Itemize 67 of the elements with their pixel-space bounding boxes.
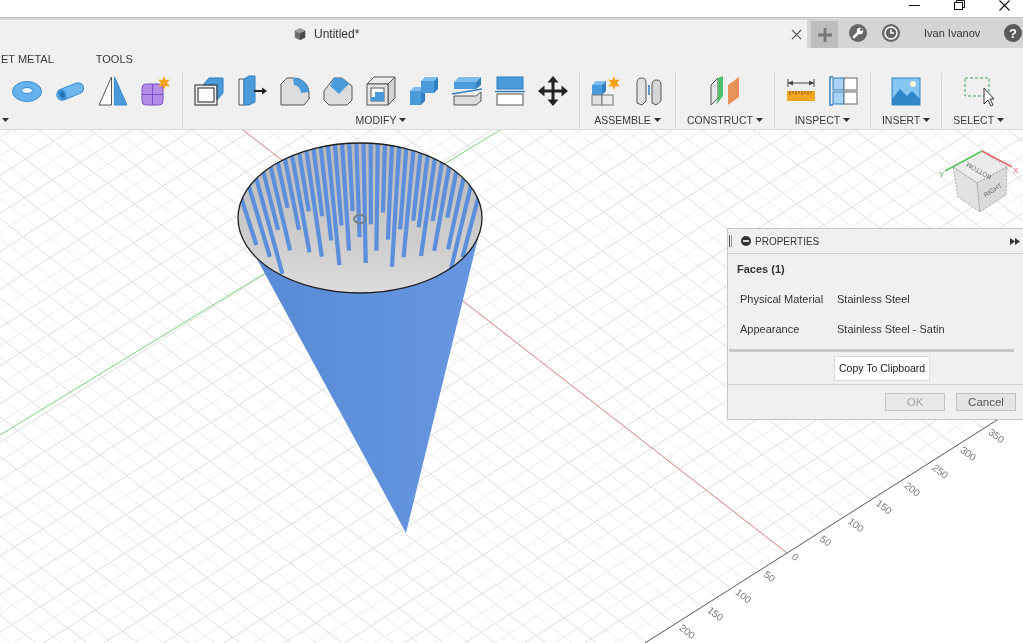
stacked-cubes-icon[interactable] (408, 75, 440, 107)
shell-icon[interactable] (365, 75, 397, 107)
dialog-button[interactable]: Cancel (956, 393, 1016, 411)
close-icon[interactable] (999, 0, 1010, 11)
caret-icon (755, 118, 763, 122)
panel-title: PROPERTIES (755, 235, 820, 247)
new-component-icon[interactable] (590, 75, 622, 107)
axis-tick-label: 150 (705, 604, 726, 624)
fillet-icon[interactable] (279, 75, 311, 107)
caret-icon (923, 118, 931, 122)
caret-icon (653, 118, 661, 122)
caret-icon (997, 118, 1005, 122)
triad-axis-label: Y (939, 170, 945, 179)
axis-tick-label: 300 (958, 444, 979, 464)
expand-icon[interactable] (1010, 237, 1020, 245)
axis-tick-label: 200 (902, 479, 923, 499)
axis-tick-label: 100 (733, 586, 754, 606)
origin-marker-icon (353, 214, 367, 224)
cube-icon (293, 27, 307, 41)
cube-sparkle-icon[interactable] (140, 75, 172, 107)
close-icon[interactable] (791, 28, 802, 40)
axis-tick-label: 200 (677, 622, 698, 642)
split-body-icon[interactable] (451, 75, 483, 107)
triangle-icon[interactable] (97, 75, 129, 107)
axis-tick-label: 350 (986, 426, 1007, 446)
image-icon[interactable] (890, 75, 923, 107)
joint-icon[interactable] (633, 75, 665, 107)
move-icon[interactable] (537, 75, 569, 107)
axis-tick-label: 100 (845, 515, 866, 535)
section-heading: Faces (1) (737, 263, 785, 275)
grip-icon[interactable] (729, 235, 732, 247)
toolbar-menu-button[interactable]: INSERT (880, 112, 932, 128)
copy-button[interactable]: Copy To Clipboard (834, 355, 931, 381)
toolbar-menu-button[interactable]: MODIFY (354, 112, 408, 128)
toolbar-menu-button[interactable]: CONSTRUCT (686, 112, 764, 128)
property-value: Stainless Steel - Satin (837, 323, 945, 335)
axis-tick-label: 250 (930, 461, 951, 481)
plus-icon (817, 27, 832, 42)
axis-tick-label: 150 (874, 497, 894, 517)
toolbar-tab[interactable]: TOOLS (95, 53, 133, 67)
frame-cube-icon[interactable] (193, 75, 225, 107)
document-tab[interactable]: Untitled* (0, 20, 807, 48)
property-label: Appearance (740, 323, 801, 335)
toolbar-tab[interactable]: ET METAL (1, 53, 54, 67)
slab-arrow-icon[interactable] (236, 75, 268, 107)
caret-icon (399, 118, 407, 122)
help-button[interactable]: ? (1004, 24, 1022, 42)
grid-section-icon[interactable] (827, 75, 860, 107)
selection-box-icon[interactable] (962, 75, 995, 107)
split-plane-icon[interactable] (494, 75, 526, 107)
restore-icon[interactable] (954, 0, 965, 10)
caret-icon (843, 118, 851, 122)
clock-icon[interactable] (882, 24, 900, 42)
property-label: Physical Material (740, 293, 825, 305)
wrench-icon[interactable] (849, 24, 867, 42)
user-name[interactable]: Ivan Ivanov (924, 27, 981, 39)
caret-icon[interactable] (2, 118, 9, 122)
collapse-icon[interactable] (741, 236, 751, 246)
axis-tick-label: 50 (817, 533, 834, 549)
toolbar-menu-button[interactable]: INSPECT (793, 112, 852, 128)
axis-tick-label: 50 (761, 568, 778, 585)
property-value: Stainless Steel (837, 293, 910, 305)
chamfer-icon[interactable] (322, 75, 354, 107)
toolbar-menu-button[interactable]: SELECT (952, 112, 1006, 128)
toolbar-menu-button[interactable]: ASSEMBLE (593, 112, 662, 128)
triad-axis-label: X (1013, 166, 1019, 175)
axis-tick-label: 0 (789, 550, 801, 563)
